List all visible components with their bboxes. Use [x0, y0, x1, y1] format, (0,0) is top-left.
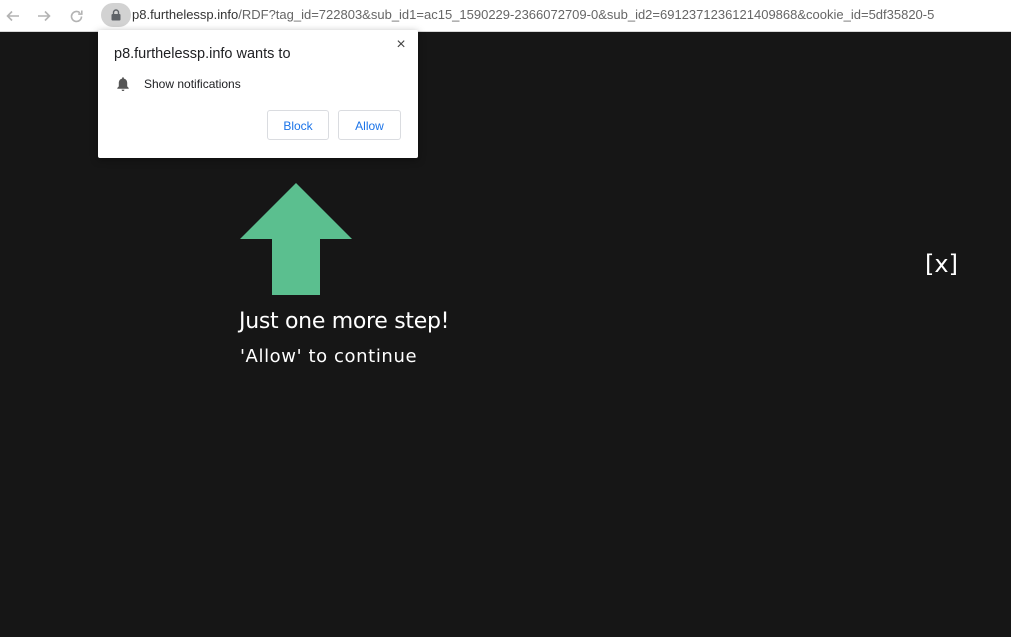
browser-toolbar: p8.furthelessp.info/RDF?tag_id=722803&su… [0, 0, 1011, 32]
headline: Just one more step! [239, 309, 450, 334]
page-close-button[interactable]: [x] [925, 250, 958, 278]
bell-icon [117, 77, 129, 91]
notification-permission-popup: p8.furthelessp.info wants to × Show noti… [98, 30, 418, 158]
back-arrow-icon[interactable] [2, 5, 24, 27]
forward-arrow-icon[interactable] [33, 5, 55, 27]
close-icon[interactable]: × [392, 36, 410, 54]
block-button[interactable]: Block [267, 110, 329, 140]
subline: 'Allow' to continue [240, 346, 418, 367]
permission-text: Show notifications [144, 77, 241, 91]
popup-title: p8.furthelessp.info wants to [114, 46, 291, 62]
url-path: /RDF?tag_id=722803&sub_id1=ac15_1590229-… [238, 7, 935, 22]
permission-row: Show notifications [116, 75, 241, 93]
reload-icon[interactable] [65, 5, 87, 27]
address-bar[interactable]: p8.furthelessp.info/RDF?tag_id=722803&su… [132, 0, 1011, 30]
allow-button[interactable]: Allow [338, 110, 401, 140]
up-arrow-icon [240, 183, 352, 295]
lock-icon[interactable] [101, 3, 131, 27]
url-host: p8.furthelessp.info [132, 7, 239, 22]
